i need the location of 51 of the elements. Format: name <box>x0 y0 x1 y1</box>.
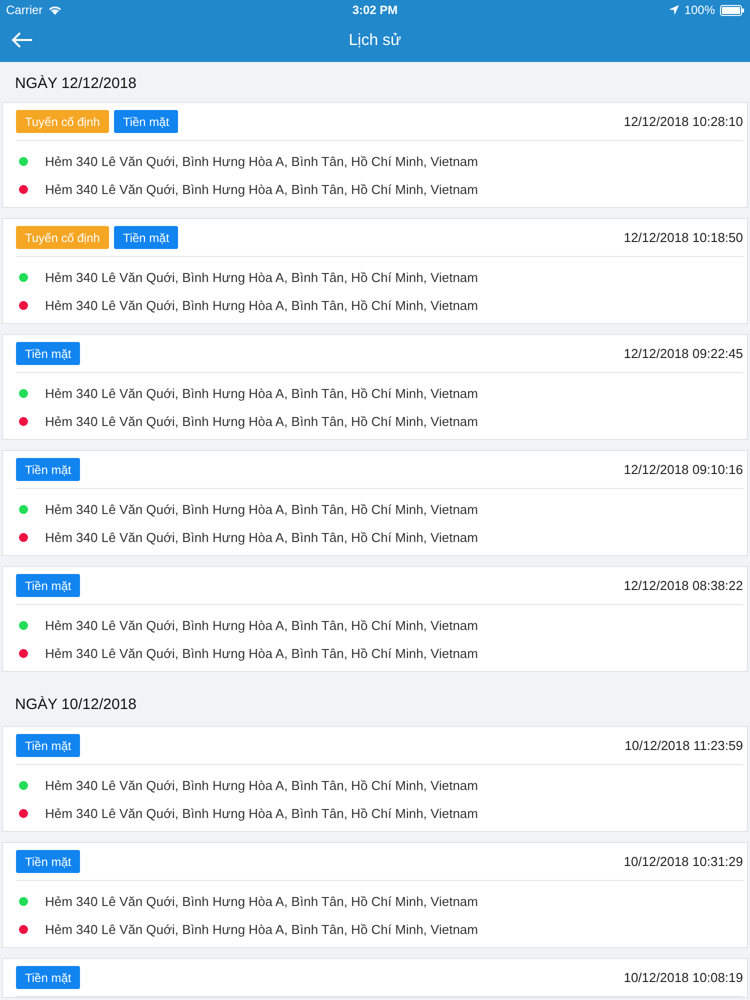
trip-card[interactable]: Tiền mặt 12/12/2018 08:38:22 Hẻm 340 Lê Văn Quới, Bình Hưng Hòa A, Bình Tân, Hồ Chí Minh, Vietnam Hẻm 340 Lê Văn Quới, Bình Hưng Hòa A, Bình Tân, Hồ Chí Minh, Vietnam <box>2 566 748 672</box>
battery-percent: 100% <box>684 3 716 17</box>
address-text: Hẻm 340 Lê Văn Quới, Bình Hưng Hòa A, Bình Tân, Hồ Chí Minh, Vietnam <box>45 502 478 516</box>
screen-title: Lịch sử <box>348 32 402 50</box>
address-text: Hẻm 340 Lê Văn Quới, Bình Hưng Hòa A, Bình Tân, Hồ Chí Minh, Vietnam <box>45 646 478 660</box>
route-tag: Tuyến cố định <box>16 110 109 133</box>
trip-time: 12/12/2018 09:10:16 <box>624 462 743 477</box>
payment-tag: Tiền mặt <box>114 226 178 249</box>
address-text: Hẻm 340 Lê Văn Quới, Bình Hưng Hòa A, Bình Tân, Hồ Chí Minh, Vietnam <box>45 922 478 936</box>
trip-card[interactable]: Tuyến cố định Tiền mặt 12/12/2018 10:28:10 Hẻm 340 Lê Văn Quới, Bình Hưng Hòa A, Bình Tân, Hồ Chí Minh, Vietnam Hẻm 340 Lê Văn Quới, Bình Hưng Hòa A, Bình Tân, Hồ Chí Minh, Vietnam <box>2 102 748 208</box>
trip-time: 10/12/2018 11:23:59 <box>624 738 743 753</box>
address-text: Hẻm 340 Lê Văn Quới, Bình Hưng Hòa A, Bình Tân, Hồ Chí Minh, Vietnam <box>45 778 478 792</box>
date-heading: NGÀY 12/12/2018 <box>15 75 136 92</box>
trip-card[interactable]: Tuyến cố định Tiền mặt 12/12/2018 10:18:50 Hẻm 340 Lê Văn Quới, Bình Hưng Hòa A, Bình Tân, Hồ Chí Minh, Vietnam Hẻm 340 Lê Văn Quới, Bình Hưng Hòa A, Bình Tân, Hồ Chí Minh, Vietnam <box>2 218 748 324</box>
address-text: Hẻm 340 Lê Văn Quới, Bình Hưng Hòa A, Bình Tân, Hồ Chí Minh, Vietnam <box>45 154 478 168</box>
trip-time: 12/12/2018 10:28:10 <box>624 114 743 129</box>
address-text: Hẻm 340 Lê Văn Quới, Bình Hưng Hòa A, Bình Tân, Hồ Chí Minh, Vietnam <box>45 618 478 632</box>
trip-time: 10/12/2018 10:08:19 <box>624 970 743 985</box>
address-text: Hẻm 340 Lê Văn Quới, Bình Hưng Hòa A, Bình Tân, Hồ Chí Minh, Vietnam <box>45 530 478 544</box>
trip-time: 12/12/2018 08:38:22 <box>624 578 743 593</box>
trip-time: 12/12/2018 09:22:45 <box>624 346 743 361</box>
address-text: Hẻm 340 Lê Văn Quới, Bình Hưng Hòa A, Bình Tân, Hồ Chí Minh, Vietnam <box>45 894 478 908</box>
payment-tag: Tiền mặt <box>16 342 80 365</box>
address-text: Hẻm 340 Lê Văn Quới, Bình Hưng Hòa A, Bình Tân, Hồ Chí Minh, Vietnam <box>45 414 478 428</box>
trip-time: 10/12/2018 10:31:29 <box>624 854 743 869</box>
trip-card[interactable]: Tiền mặt 10/12/2018 10:31:29 Hẻm 340 Lê Văn Quới, Bình Hưng Hòa A, Bình Tân, Hồ Chí Minh, Vietnam Hẻm 340 Lê Văn Quới, Bình Hưng Hòa A, Bình Tân, Hồ Chí Minh, Vietnam <box>2 842 748 948</box>
carrier-label: Carrier <box>6 3 43 17</box>
location-arrow-icon <box>669 5 680 15</box>
clock-time: 3:02 PM <box>352 3 398 17</box>
trip-card[interactable]: Tiền mặt 12/12/2018 09:10:16 Hẻm 340 Lê Văn Quới, Bình Hưng Hòa A, Bình Tân, Hồ Chí Minh, Vietnam Hẻm 340 Lê Văn Quới, Bình Hưng Hòa A, Bình Tân, Hồ Chí Minh, Vietnam <box>2 450 748 556</box>
payment-tag: Tiền mặt <box>114 110 178 133</box>
address-text: Hẻm 340 Lê Văn Quới, Bình Hưng Hòa A, Bình Tân, Hồ Chí Minh, Vietnam <box>45 386 478 400</box>
payment-tag: Tiền mặt <box>16 574 80 597</box>
wifi-icon <box>48 5 62 15</box>
address-text: Hẻm 340 Lê Văn Quới, Bình Hưng Hòa A, Bình Tân, Hồ Chí Minh, Vietnam <box>45 806 478 820</box>
back-button[interactable] <box>10 30 34 50</box>
payment-tag: Tiền mặt <box>16 966 80 989</box>
address-text: Hẻm 340 Lê Văn Quới, Bình Hưng Hòa A, Bình Tân, Hồ Chí Minh, Vietnam <box>45 182 478 196</box>
payment-tag: Tiền mặt <box>16 458 80 481</box>
battery-icon <box>720 4 744 16</box>
address-text: Hẻm 340 Lê Văn Quới, Bình Hưng Hòa A, Bình Tân, Hồ Chí Minh, Vietnam <box>45 298 478 312</box>
route-tag: Tuyến cố định <box>16 226 109 249</box>
trip-card[interactable]: Tiền mặt 12/12/2018 09:22:45 Hẻm 340 Lê Văn Quới, Bình Hưng Hòa A, Bình Tân, Hồ Chí Minh, Vietnam Hẻm 340 Lê Văn Quới, Bình Hưng Hòa A, Bình Tân, Hồ Chí Minh, Vietnam <box>2 334 748 440</box>
payment-tag: Tiền mặt <box>16 850 80 873</box>
back-arrow-icon <box>10 30 34 50</box>
date-heading: NGÀY 10/12/2018 <box>15 696 136 712</box>
trip-card[interactable]: Tiền mặt 10/12/2018 10:08:19 <box>2 958 748 998</box>
address-text: Hẻm 340 Lê Văn Quới, Bình Hưng Hòa A, Bình Tân, Hồ Chí Minh, Vietnam <box>45 270 478 284</box>
payment-tag: Tiền mặt <box>16 734 80 757</box>
trip-card[interactable]: Tiền mặt 10/12/2018 11:23:59 Hẻm 340 Lê Văn Quới, Bình Hưng Hòa A, Bình Tân, Hồ Chí Minh, Vietnam Hẻm 340 Lê Văn Quới, Bình Hưng Hòa A, Bình Tân, Hồ Chí Minh, Vietnam <box>2 726 748 832</box>
trip-time: 12/12/2018 10:18:50 <box>624 230 743 245</box>
